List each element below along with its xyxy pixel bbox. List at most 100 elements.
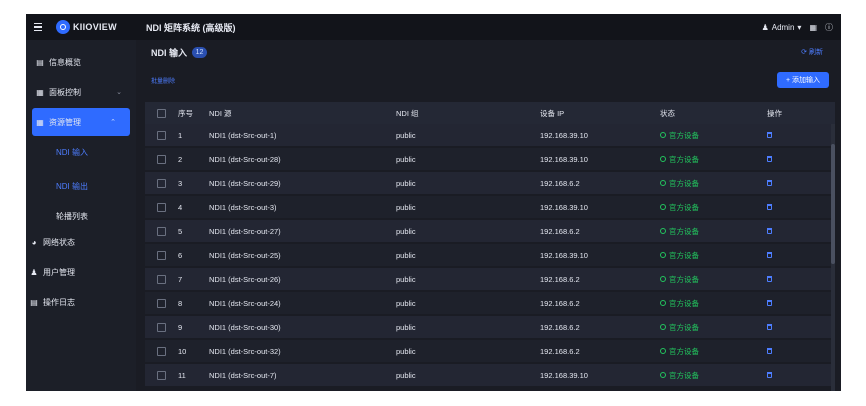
sidebar-subitem-carousel-list[interactable]: 轮播列表 (26, 206, 136, 226)
row-status-label: 官方设备 (669, 226, 699, 236)
delete-row-button[interactable] (767, 131, 772, 140)
delete-row-button[interactable] (767, 251, 772, 260)
sidebar-item-operation-log[interactable]: ▤ 操作日志 (26, 290, 136, 314)
add-input-button[interactable]: + 添加输入 (777, 72, 829, 88)
row-device-ip: 192.168.39.10 (540, 250, 588, 260)
row-status-label: 官方设备 (669, 154, 699, 164)
delete-row-button[interactable] (767, 227, 772, 236)
row-ndi-source: NDI1 (dst-Src-out-24) (209, 298, 281, 308)
chevron-down-icon: ▾ (797, 22, 802, 32)
delete-row-button[interactable] (767, 179, 772, 188)
sidebar-item-label: 操作日志 (43, 297, 75, 307)
row-checkbox[interactable] (157, 226, 166, 236)
row-ndi-source: NDI1 (dst-Src-out-7) (209, 370, 277, 380)
row-ndi-group: public (396, 274, 416, 284)
row-status-label: 官方设备 (669, 202, 699, 212)
chevron-up-icon: ⌃ (110, 119, 116, 126)
row-ndi-group: public (396, 226, 416, 236)
row-ndi-source: NDI1 (dst-Src-out-3) (209, 202, 277, 212)
sidebar-item-overview[interactable]: ▤ 信息概览 (26, 50, 136, 74)
batch-delete-button[interactable]: 批量删除 (151, 76, 175, 85)
sidebar-subitem-ndi-output[interactable]: NDI 输出 (26, 176, 136, 196)
sidebar: ▤ 信息概览 ▦ 面板控制 ⌄ ▦ 资源管理 ⌃ NDI 输入 NDI 输出 轮… (26, 40, 136, 391)
row-device-ip: 192.168.39.10 (540, 154, 588, 164)
row-ndi-source: NDI1 (dst-Src-out-28) (209, 154, 281, 164)
row-ndi-group: public (396, 178, 416, 188)
app-title: NDI 矩阵系统 (高级版) (146, 22, 236, 33)
row-checkbox[interactable] (157, 178, 166, 188)
row-ndi-group: public (396, 202, 416, 212)
row-checkbox[interactable] (157, 346, 166, 356)
table-scrollbar[interactable] (831, 124, 835, 391)
refresh-label: 刷新 (809, 49, 823, 56)
check-circle-icon (660, 132, 666, 138)
table-row[interactable]: 10 NDI1 (dst-Src-out-32) public 192.168.6.2… (145, 340, 835, 362)
table-row[interactable]: 6 NDI1 (dst-Src-out-25) public 192.168.39.1… (145, 244, 835, 266)
row-status-label: 官方设备 (669, 322, 699, 332)
hamburger-menu-icon[interactable] (34, 22, 50, 32)
page-title: NDI 输入 (151, 47, 188, 58)
row-index: 1 (178, 130, 183, 140)
row-checkbox[interactable] (157, 130, 166, 140)
check-circle-icon (660, 252, 666, 258)
row-device-ip: 192.168.6.2 (540, 322, 580, 332)
column-header-source: NDI 源 (209, 108, 232, 118)
delete-row-button[interactable] (767, 347, 772, 356)
scrollbar-thumb[interactable] (831, 144, 835, 264)
trash-icon (767, 299, 772, 306)
row-index: 7 (178, 274, 183, 284)
table-row[interactable]: 9 NDI1 (dst-Src-out-30) public 192.168.6.2 官… (145, 316, 835, 338)
monitor-icon: ▤ (36, 57, 44, 67)
row-checkbox[interactable] (157, 298, 166, 308)
delete-row-button[interactable] (767, 323, 772, 332)
user-menu[interactable]: ♟ Admin ▾ (762, 23, 802, 32)
table-row[interactable]: 1 NDI1 (dst-Src-out-1) public 192.168.39.10… (145, 124, 835, 146)
row-checkbox[interactable] (157, 322, 166, 332)
row-ndi-group: public (396, 250, 416, 260)
table-row[interactable]: 2 NDI1 (dst-Src-out-28) public 192.168.39.1… (145, 148, 835, 170)
delete-row-button[interactable] (767, 155, 772, 164)
sidebar-item-resource-management[interactable]: ▦ 资源管理 ⌃ (32, 108, 130, 136)
row-ndi-group: public (396, 370, 416, 380)
row-status: 官方设备 (660, 346, 699, 357)
table-row[interactable]: 7 NDI1 (dst-Src-out-26) public 192.168.6.2 官… (145, 268, 835, 290)
row-index: 6 (178, 250, 183, 260)
row-checkbox[interactable] (157, 274, 166, 284)
row-checkbox[interactable] (157, 250, 166, 260)
sidebar-subitem-ndi-input[interactable]: NDI 输入 (26, 142, 136, 162)
sidebar-item-network-status[interactable]: ◕ 网络状态 (26, 230, 136, 254)
delete-row-button[interactable] (767, 299, 772, 308)
info-icon[interactable]: ⓘ (825, 22, 833, 33)
delete-row-button[interactable] (767, 203, 772, 212)
row-status-label: 官方设备 (669, 370, 699, 380)
row-status-label: 官方设备 (669, 346, 699, 356)
user-name: Admin (771, 22, 795, 32)
delete-row-button[interactable] (767, 371, 772, 380)
table-row[interactable]: 4 NDI1 (dst-Src-out-3) public 192.168.39.10… (145, 196, 835, 218)
document-icon[interactable]: ▦ (809, 23, 817, 32)
delete-row-button[interactable] (767, 275, 772, 284)
sidebar-item-user-management[interactable]: ♟ 用户管理 (26, 260, 136, 284)
user-icon: ♟ (30, 267, 38, 277)
row-status: 官方设备 (660, 370, 699, 381)
table-row[interactable]: 11 NDI1 (dst-Src-out-7) public 192.168.39.1… (145, 364, 835, 386)
column-header-ip: 设备 IP (540, 108, 565, 118)
refresh-button[interactable]: ⟳ 刷新 (801, 47, 823, 57)
row-checkbox[interactable] (157, 154, 166, 164)
sidebar-item-panel-control[interactable]: ▦ 面板控制 ⌄ (26, 80, 136, 104)
table-row[interactable]: 5 NDI1 (dst-Src-out-27) public 192.168.6.2 官… (145, 220, 835, 242)
select-all-checkbox[interactable] (157, 108, 166, 118)
table-row[interactable]: 8 NDI1 (dst-Src-out-24) public 192.168.6.2 官… (145, 292, 835, 314)
sidebar-subitem-label: 轮播列表 (56, 211, 88, 221)
row-checkbox[interactable] (157, 370, 166, 380)
row-status: 官方设备 (660, 130, 699, 141)
row-device-ip: 192.168.39.10 (540, 370, 588, 380)
row-status-label: 官方设备 (669, 250, 699, 260)
table-row[interactable]: 3 NDI1 (dst-Src-out-29) public 192.168.6.2 官… (145, 172, 835, 194)
row-status-label: 官方设备 (669, 298, 699, 308)
row-checkbox[interactable] (157, 202, 166, 212)
row-status: 官方设备 (660, 250, 699, 261)
row-device-ip: 192.168.39.10 (540, 130, 588, 140)
row-index: 9 (178, 322, 183, 332)
row-ndi-source: NDI1 (dst-Src-out-32) (209, 346, 281, 356)
